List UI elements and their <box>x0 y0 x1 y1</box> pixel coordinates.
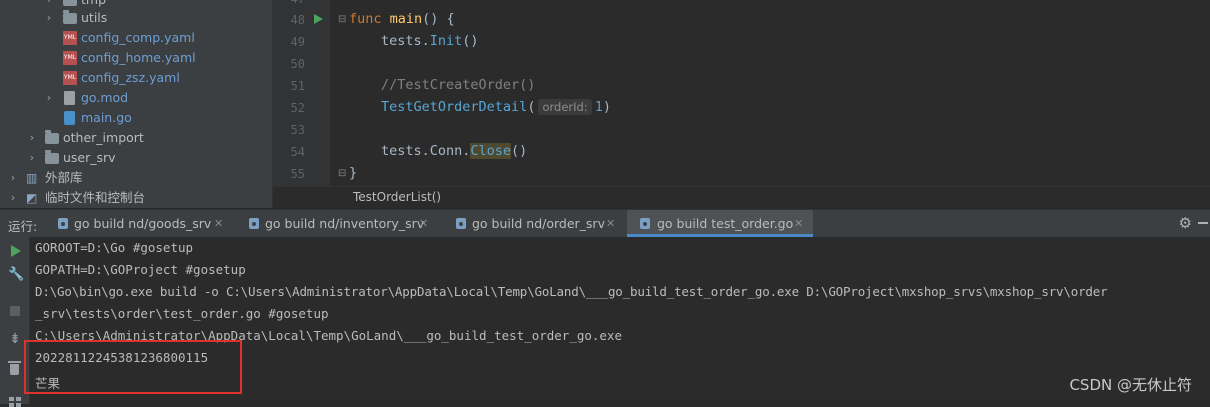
go-file-icon <box>64 111 75 125</box>
editor-gutter: 47 48 49 50 51 52 53 54 55 <box>273 0 330 186</box>
code-text: tests. <box>381 33 430 49</box>
code-text: () { <box>422 11 455 27</box>
chevron-right-icon[interactable]: › <box>44 88 54 108</box>
chevron-right-icon[interactable]: › <box>8 168 18 188</box>
function-call: Init <box>429 33 463 49</box>
run-tab-goods-srv[interactable]: go build nd/goods_srv ✕ <box>52 210 238 237</box>
code-text: ) <box>602 99 611 115</box>
line-number: 51 <box>290 79 305 93</box>
trash-icon[interactable] <box>8 361 21 375</box>
run-tab-test-order[interactable]: go build test_order.go ✕ <box>627 210 813 237</box>
run-label: 运行: <box>8 219 38 234</box>
code-line-54: tests.Conn.Close() <box>381 143 527 159</box>
function-name: main <box>389 11 423 27</box>
close-icon[interactable]: ✕ <box>419 210 428 237</box>
run-tab-order-srv[interactable]: go build nd/order_srv ✕ <box>450 210 625 237</box>
project-tree: › tmp › utils YML config_comp.yaml YML c… <box>0 0 272 208</box>
function-call: Close <box>470 143 512 159</box>
scroll-to-end-icon[interactable]: ⇟ <box>8 331 22 347</box>
breadcrumb-item[interactable]: TestOrderList() <box>353 190 441 204</box>
tree-item-label: config_home.yaml <box>81 50 196 65</box>
minimize-icon[interactable] <box>1198 222 1208 224</box>
console-line: GOPATH=D:\GOProject #gosetup <box>35 262 246 277</box>
run-gutter-icon[interactable] <box>314 14 323 24</box>
code-line-49: tests.Init() <box>381 33 479 49</box>
go-build-icon <box>249 218 259 229</box>
line-number: 48 <box>290 13 305 27</box>
tab-label: go build nd/order_srv <box>472 216 605 231</box>
yaml-file-icon: YML <box>63 31 77 45</box>
code-line-48: func main() { <box>349 11 455 27</box>
breadcrumb[interactable]: TestOrderList() <box>273 186 1210 209</box>
stop-icon[interactable] <box>10 306 20 316</box>
scratches-icon: ◩ <box>26 191 38 205</box>
yaml-file-icon: YML <box>63 51 77 65</box>
code-editor[interactable]: ⊟ func main() { tests.Init() //TestCreat… <box>330 0 1210 186</box>
console-line: _srv\tests\order\test_order.go #gosetup <box>35 306 329 321</box>
folder-icon <box>63 0 77 6</box>
chevron-right-icon[interactable]: › <box>8 188 18 208</box>
console-line: D:\Go\bin\go.exe build -o C:\Users\Admin… <box>35 284 1108 299</box>
folder-icon <box>63 10 77 24</box>
highlight-box <box>24 340 242 394</box>
tree-item-label: other_import <box>63 130 144 145</box>
code-comment: //TestCreateOrder() <box>381 77 536 93</box>
tree-item-label: user_srv <box>63 150 116 165</box>
line-number: 55 <box>290 167 305 181</box>
tree-item-label: config_zsz.yaml <box>81 70 180 85</box>
line-number: 49 <box>290 35 305 49</box>
tree-item-label: config_comp.yaml <box>81 30 195 45</box>
console-line: GOROOT=D:\Go #gosetup <box>35 240 194 255</box>
line-number: 53 <box>290 123 305 137</box>
watermark: CSDN @无休止符 <box>1069 376 1192 394</box>
code-text: () <box>511 143 528 159</box>
code-text: ( <box>527 99 536 115</box>
chevron-right-icon[interactable]: › <box>44 8 54 28</box>
code-text: () <box>462 33 479 49</box>
tab-label: go build nd/goods_srv <box>74 216 212 231</box>
close-icon[interactable]: ✕ <box>606 210 615 237</box>
line-number: 54 <box>290 145 305 159</box>
yaml-file-icon: YML <box>63 71 77 85</box>
close-icon[interactable]: ✕ <box>214 210 223 237</box>
tab-label: go build test_order.go <box>657 216 794 231</box>
code-line-52: TestGetOrderDetail(orderId: 1) <box>381 99 611 115</box>
chevron-right-icon[interactable]: › <box>27 128 37 148</box>
go-build-icon <box>58 218 68 229</box>
number-literal: 1 <box>594 99 603 115</box>
line-number: 52 <box>290 101 305 115</box>
fold-icon[interactable]: ⊟ <box>338 168 346 179</box>
rerun-icon[interactable] <box>11 245 21 257</box>
function-call: TestGetOrderDetail <box>381 99 528 115</box>
tab-label: go build nd/inventory_srv <box>265 216 425 231</box>
go-build-icon <box>456 218 466 229</box>
gear-icon[interactable]: ⚙ <box>1179 214 1192 232</box>
go-build-icon <box>640 218 650 229</box>
tree-item-label: main.go <box>81 110 132 125</box>
code-line-55: } <box>349 165 358 181</box>
code-text: tests.Conn. <box>381 143 471 159</box>
line-number: 50 <box>290 57 305 71</box>
tree-item-label: utils <box>81 10 108 25</box>
keyword: func <box>349 11 382 27</box>
file-icon <box>64 91 75 105</box>
tree-item-label: 外部库 <box>45 170 83 185</box>
parameter-hint: orderId: <box>538 99 592 115</box>
chevron-right-icon[interactable]: › <box>27 148 37 168</box>
library-icon: ▥ <box>26 171 38 185</box>
folder-icon <box>45 130 59 144</box>
tree-item-label: 临时文件和控制台 <box>45 190 146 205</box>
close-icon[interactable]: ✕ <box>794 210 803 237</box>
run-tab-inventory-srv[interactable]: go build nd/inventory_srv ✕ <box>243 210 443 237</box>
fold-icon[interactable]: ⊟ <box>338 14 346 25</box>
tree-item-label: go.mod <box>81 90 129 105</box>
layout-icon[interactable] <box>9 397 21 407</box>
line-number: 47 <box>273 0 305 6</box>
wrench-icon[interactable]: 🔧 <box>8 267 24 282</box>
folder-icon <box>45 150 59 164</box>
run-tab-bar: 运行: go build nd/goods_srv ✕ go build nd/… <box>0 209 1210 238</box>
